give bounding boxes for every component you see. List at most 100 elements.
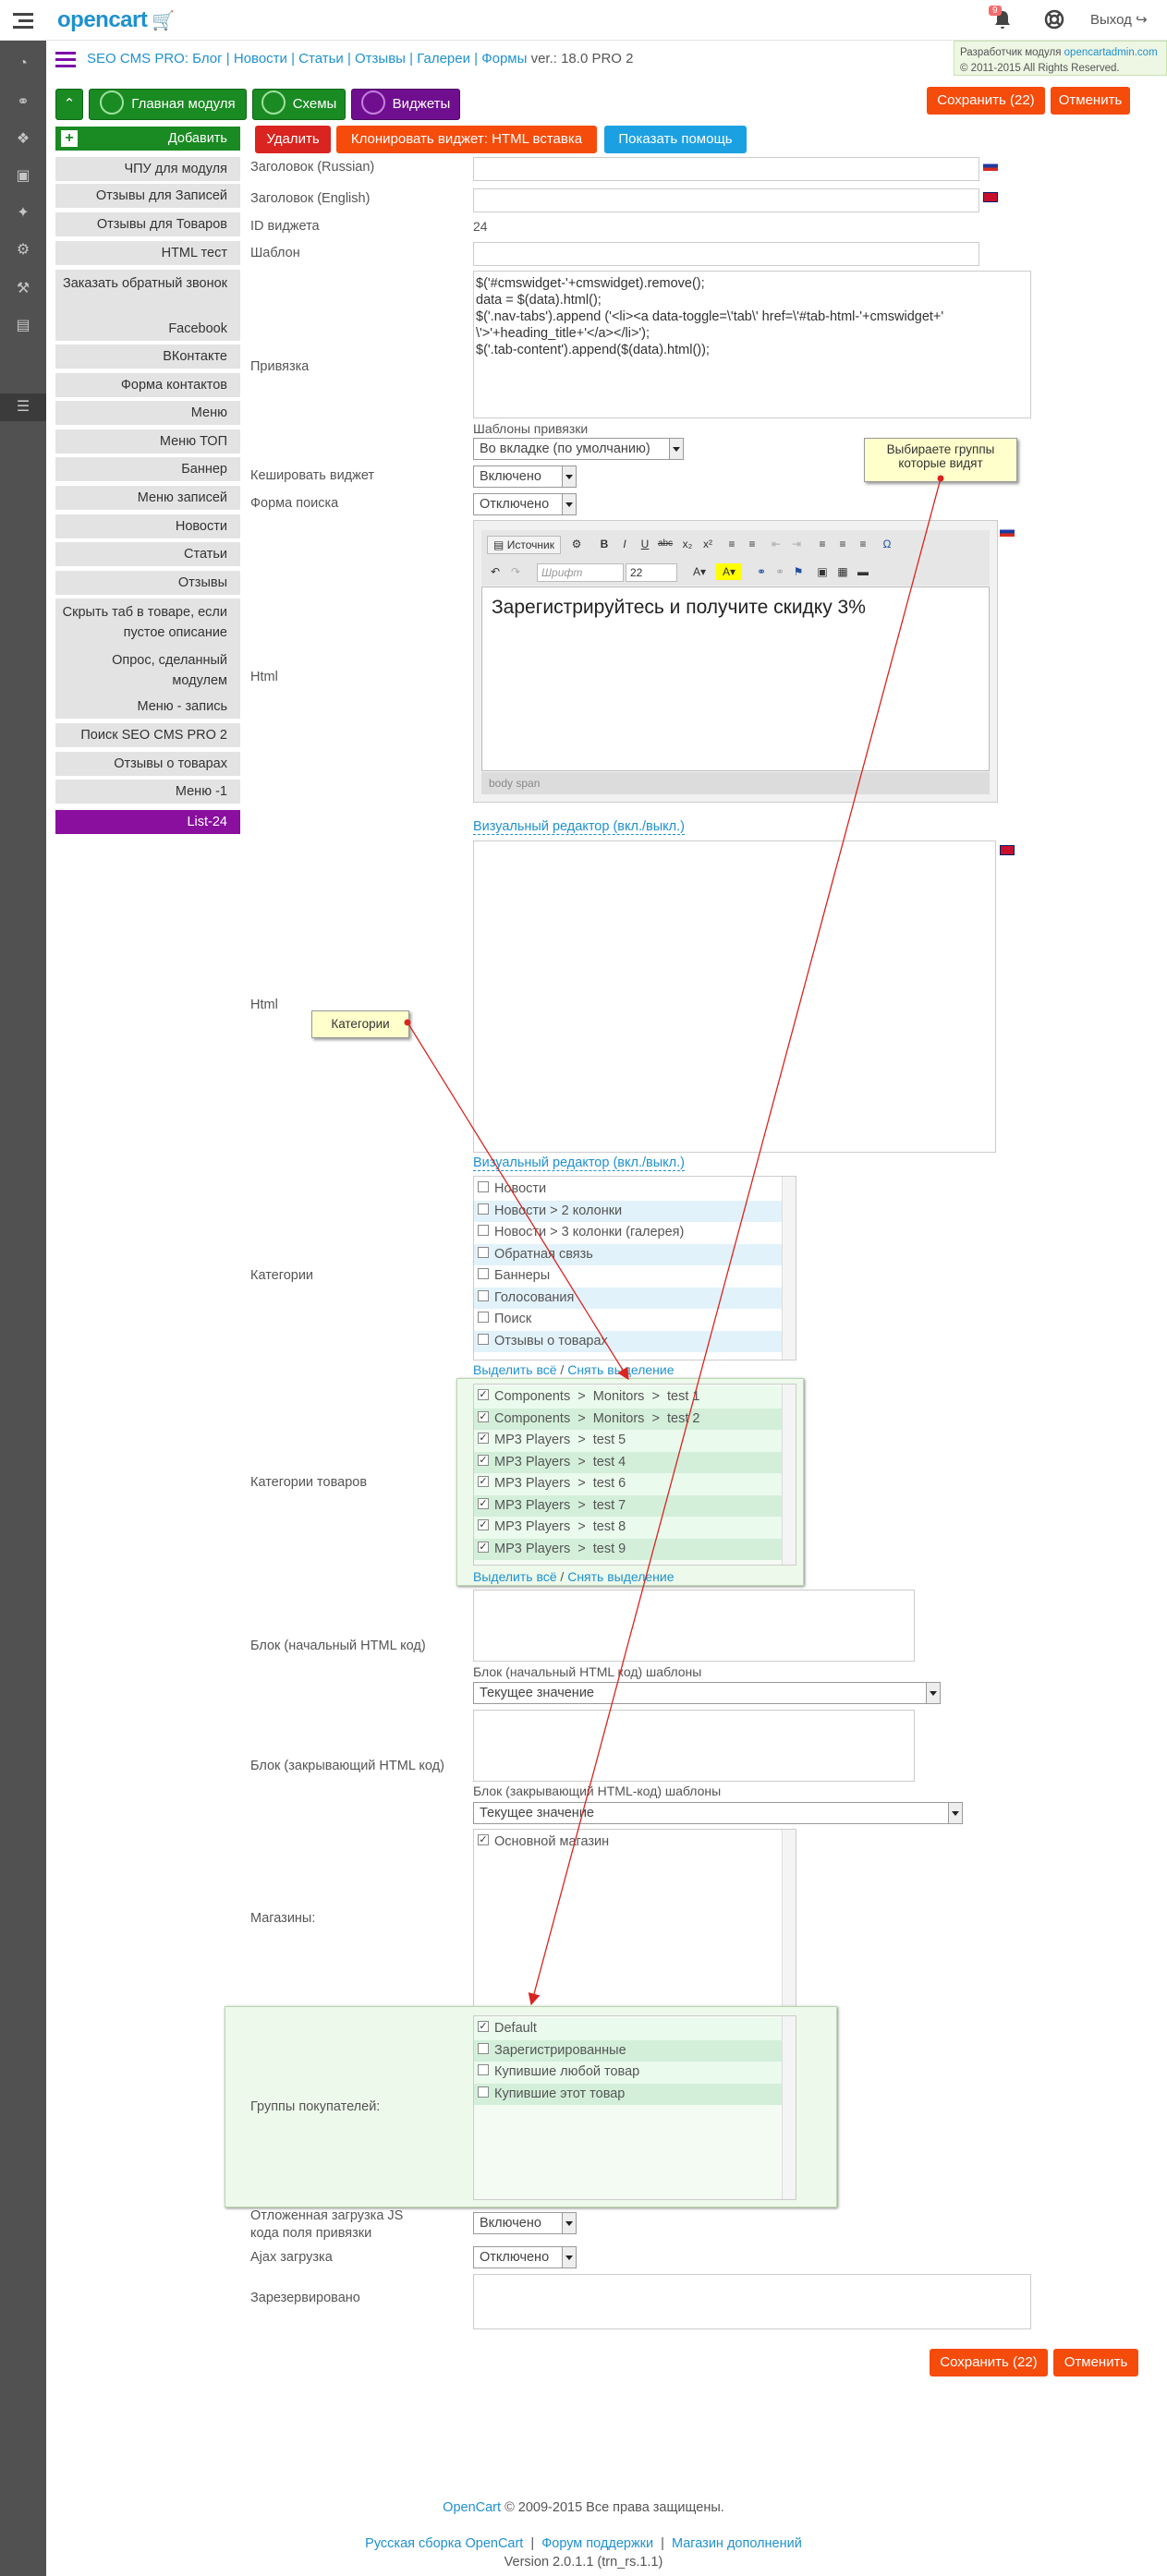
list-item[interactable]: Отзывы о товарах	[474, 1330, 783, 1352]
checkbox[interactable]	[478, 2042, 489, 2054]
italic-icon[interactable]: I	[616, 536, 633, 552]
checkbox[interactable]: ✓	[478, 1519, 489, 1531]
block-close-textarea[interactable]	[473, 1710, 915, 1782]
block-open-templates-select[interactable]: Текущее значение	[473, 1682, 941, 1704]
unlink-icon[interactable]: ⚭	[772, 563, 788, 580]
footer-opencart-link[interactable]: OpenCart	[443, 2500, 501, 2515]
clone-widget-button[interactable]: Клонировать виджет: HTML вставка	[336, 126, 597, 153]
strike-icon[interactable]: abc	[657, 536, 674, 552]
cache-select[interactable]: Включено	[473, 466, 577, 488]
sidebar-menu-item[interactable]: Новости	[55, 514, 240, 538]
checkbox[interactable]	[478, 2064, 489, 2076]
list-item[interactable]: Новости > 3 колонки (галерея)	[474, 1222, 783, 1244]
settings-gear-icon[interactable]: ⚙	[13, 240, 33, 260]
product-categories-scrollbar[interactable]	[782, 1385, 796, 1565]
cancel-button-bottom[interactable]: Отменить	[1053, 2349, 1138, 2376]
help-button[interactable]	[1044, 9, 1064, 33]
outdent-icon[interactable]: ⇤	[768, 536, 784, 552]
list-item[interactable]: Поиск	[474, 1309, 783, 1331]
checkbox[interactable]	[478, 1246, 489, 1258]
sidebar-menu-item[interactable]: Меню - запись	[55, 695, 240, 719]
list-icon[interactable]: ☰	[13, 397, 33, 417]
reports-chart-icon[interactable]: ▤	[13, 316, 33, 336]
sidebar-menu-item[interactable]: Поиск SEO CMS PRO 2	[55, 723, 240, 747]
list-item[interactable]: Голосования	[474, 1287, 783, 1309]
subscript-icon[interactable]: x₂	[679, 536, 696, 552]
sidebar-menu-item[interactable]: Баннер	[55, 457, 240, 481]
undo-icon[interactable]: ↶	[487, 563, 504, 580]
special-char-icon[interactable]: Ω	[879, 536, 895, 552]
sidebar-menu-item[interactable]: Скрыть таб в товаре, если пустое описани…	[55, 599, 240, 647]
table-icon[interactable]: ▦	[834, 563, 851, 580]
checkbox[interactable]	[478, 1225, 489, 1237]
indent-icon[interactable]: ⇥	[788, 536, 805, 552]
add-widget-button[interactable]: + Добавить	[55, 127, 240, 151]
list-item[interactable]: Баннеры	[474, 1265, 783, 1288]
show-help-button[interactable]: Показать помощь	[604, 126, 747, 153]
editor-preview-icon[interactable]: ⚙	[568, 536, 585, 552]
list-item[interactable]: Зарегистрированные	[474, 2039, 783, 2062]
search-form-select[interactable]: Отключено	[473, 493, 577, 515]
superscript-icon[interactable]: x²	[699, 536, 716, 552]
text-color-icon[interactable]: A▾	[687, 563, 712, 580]
block-close-templates-select[interactable]: Текущее значение	[473, 1802, 963, 1824]
checkbox[interactable]: ✓	[478, 1497, 489, 1509]
main-module-button[interactable]: Главная модуля	[89, 89, 247, 120]
customer-groups-scrollbar[interactable]	[782, 2016, 796, 2199]
sidebar-menu-item[interactable]: HTML тест	[55, 241, 240, 265]
sidebar-menu-item[interactable]: Опрос, сделанный модулем	[55, 647, 240, 695]
dashboard-icon[interactable]: ◔	[13, 54, 33, 74]
select-all-link[interactable]: Выделить всё	[473, 1362, 557, 1377]
footer-link-marketplace[interactable]: Магазин дополнений	[672, 2536, 802, 2551]
stores-scrollbar[interactable]	[782, 1830, 796, 2008]
list-item[interactable]: ✓ MP3 Players > test 8	[474, 1517, 783, 1539]
bullet-list-icon[interactable]: ≡	[744, 536, 760, 552]
ajax-select[interactable]: Отключено	[473, 2246, 577, 2268]
sidebar-menu-item[interactable]: Меню -1	[55, 780, 240, 804]
list-item[interactable]: Купившие этот товар	[474, 2083, 783, 2105]
checkbox[interactable]: ✓	[478, 1410, 489, 1422]
menu-toggle-icon[interactable]	[13, 11, 35, 30]
list-item[interactable]: ✓ MP3 Players > test 6	[474, 1473, 783, 1495]
cancel-button-top[interactable]: Отменить	[1051, 87, 1130, 115]
list-item[interactable]: Купившие любой товар	[474, 2062, 783, 2084]
sidebar-menu-item[interactable]: Отзывы	[55, 571, 240, 595]
categories-list[interactable]: Новости Новости > 2 колонки Новости > 3 ко…	[473, 1176, 796, 1361]
checkbox[interactable]: ✓	[478, 1476, 489, 1488]
sidebar-menu-item[interactable]: Заказать обратный звонок	[55, 270, 240, 318]
checkbox[interactable]	[478, 1268, 489, 1280]
checkbox[interactable]: ✓	[478, 1389, 489, 1401]
list-item[interactable]: ✓ Основной магазин	[474, 1832, 783, 1854]
sidebar-menu-item[interactable]: List-24	[55, 810, 240, 834]
checkbox[interactable]	[478, 1203, 489, 1215]
title-link-reviews[interactable]: Отзывы	[355, 51, 406, 67]
list-item[interactable]: ✓ MP3 Players > test 5	[474, 1430, 783, 1452]
checkbox[interactable]: ✓	[478, 2021, 489, 2033]
product-categories-list[interactable]: ✓ Components > Monitors > test 1 ✓ Componen…	[473, 1384, 796, 1566]
opencart-logo[interactable]: opencart 🛒	[57, 7, 175, 33]
deferred-js-select[interactable]: Включено	[473, 2212, 577, 2234]
sidebar-menu-item[interactable]: Отзывы для Записей	[55, 184, 240, 208]
align-center-icon[interactable]: ≡	[834, 536, 851, 552]
align-right-icon[interactable]: ≡	[855, 536, 871, 552]
catalog-tag-icon[interactable]: ⚭	[13, 92, 33, 113]
editor-source-button[interactable]: ▤ Источник	[487, 536, 561, 554]
visual-editor-toggle[interactable]: Визуальный редактор (вкл./выкл.)	[473, 819, 685, 835]
checkbox[interactable]: ✓	[478, 1454, 489, 1466]
block-open-textarea[interactable]	[473, 1590, 915, 1662]
list-item[interactable]: Новости	[474, 1179, 783, 1201]
module-menu-icon[interactable]	[55, 52, 76, 68]
extensions-puzzle-icon[interactable]: ❖	[13, 129, 33, 150]
hr-icon[interactable]: ▬	[855, 563, 871, 580]
font-size-select[interactable]: 22	[626, 563, 677, 582]
notifications-button[interactable]: 9	[989, 6, 1015, 31]
redo-icon[interactable]: ↷	[507, 563, 524, 580]
checkbox[interactable]	[478, 1312, 489, 1324]
sidebar-menu-item[interactable]: ЧПУ для модуля	[55, 157, 240, 181]
title-ru-input[interactable]	[473, 157, 979, 181]
collapse-button[interactable]: ⌃	[55, 89, 83, 120]
binding-templates-select[interactable]: Во вкладке (по умолчанию)	[473, 438, 684, 460]
checkbox[interactable]	[478, 1181, 489, 1193]
editor-content-area[interactable]: Зарегистрируйтесь и получите скидку 3%	[481, 587, 990, 771]
tools-wrench-icon[interactable]: ⚒	[13, 279, 33, 299]
